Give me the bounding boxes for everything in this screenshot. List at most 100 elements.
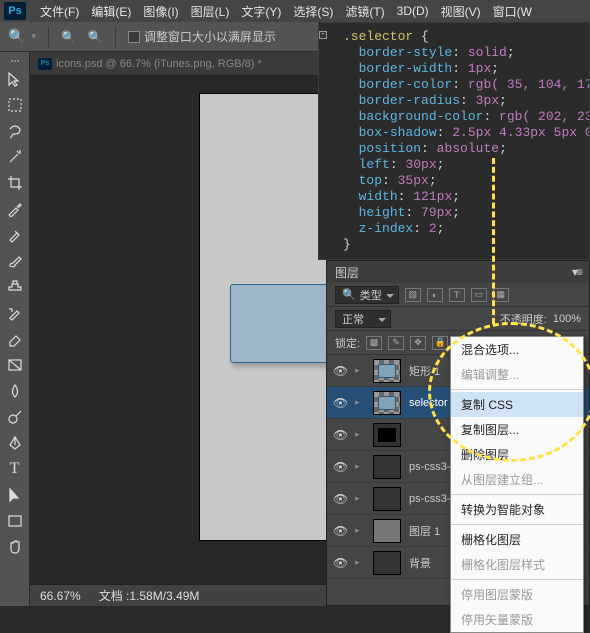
lock-pixel-icon[interactable]: ✎: [388, 336, 404, 350]
eraser-tool[interactable]: [4, 328, 26, 350]
code-line: border-width: 1px;: [329, 61, 581, 77]
menu-edit[interactable]: 编辑(E): [85, 3, 137, 20]
layer-thumbnail[interactable]: [373, 519, 401, 543]
layers-panel-tabs: 图层 ▾≡: [327, 261, 589, 283]
checkbox-icon[interactable]: [128, 31, 140, 43]
clone-stamp-tool[interactable]: [4, 276, 26, 298]
visibility-eye-icon[interactable]: 👁: [333, 396, 347, 410]
magic-wand-tool[interactable]: [4, 146, 26, 168]
visibility-eye-icon[interactable]: 👁: [333, 556, 347, 570]
marquee-tool[interactable]: [4, 94, 26, 116]
menu-filter[interactable]: 滤镜(T): [339, 3, 390, 20]
cm-disable-vector-mask: 停用矢量蒙版: [451, 607, 583, 632]
menu-image[interactable]: 图像(I): [137, 3, 184, 20]
code-line: left: 30px;: [329, 157, 581, 173]
layer-thumbnail[interactable]: [373, 551, 401, 575]
css-code-panel[interactable]: - .selector { border-style: solid; borde…: [318, 22, 590, 260]
layer-thumbnail[interactable]: [373, 423, 401, 447]
zoom-level[interactable]: 66.67%: [40, 589, 81, 603]
layer-thumbnail[interactable]: [373, 455, 401, 479]
opacity-value[interactable]: 100%: [553, 313, 581, 325]
layer-context-menu: 混合选项... 编辑调整... 复制 CSS 复制图层... 删除图层 从图层建…: [450, 336, 584, 633]
expand-chevron-icon[interactable]: ▸: [355, 493, 365, 504]
expand-chevron-icon[interactable]: ▸: [355, 461, 365, 472]
layers-tab[interactable]: 图层: [335, 264, 359, 281]
menu-type[interactable]: 文字(Y): [235, 3, 287, 20]
expand-chevron-icon[interactable]: ▸: [355, 557, 365, 568]
layer-thumbnail[interactable]: [373, 487, 401, 511]
code-line: top: 35px;: [329, 173, 581, 189]
zoom-out-icon[interactable]: 🔍: [88, 30, 103, 44]
filter-shape-icon[interactable]: ▭: [471, 288, 487, 302]
menu-view[interactable]: 视图(V): [435, 3, 487, 20]
gradient-tool[interactable]: [4, 354, 26, 376]
code-line: height: 79px;: [329, 205, 581, 221]
expand-chevron-icon[interactable]: ▸: [355, 365, 365, 376]
cm-edit-adjustment: 编辑调整...: [451, 362, 583, 387]
menu-bar: Ps 文件(F) 编辑(E) 图像(I) 图层(L) 文字(Y) 选择(S) 滤…: [0, 0, 590, 22]
hand-tool[interactable]: [4, 536, 26, 558]
path-select-tool[interactable]: [4, 484, 26, 506]
blend-mode-dropdown[interactable]: 正常: [335, 310, 391, 328]
toolbox: T: [0, 52, 30, 606]
visibility-eye-icon[interactable]: 👁: [333, 364, 347, 378]
code-line: z-index: 2;: [329, 221, 581, 237]
healing-brush-tool[interactable]: [4, 224, 26, 246]
move-tool[interactable]: [4, 68, 26, 90]
filter-adjust-icon[interactable]: ◐: [427, 288, 443, 302]
pen-tool[interactable]: [4, 432, 26, 454]
filter-pixel-icon[interactable]: ▧: [405, 288, 421, 302]
visibility-eye-icon[interactable]: 👁: [333, 460, 347, 474]
cm-copy-css[interactable]: 复制 CSS: [451, 392, 583, 417]
visibility-eye-icon[interactable]: 👁: [333, 492, 347, 506]
eyedropper-tool[interactable]: [4, 198, 26, 220]
brush-tool[interactable]: [4, 250, 26, 272]
lock-transparent-icon[interactable]: ▩: [366, 336, 382, 350]
cm-delete-layer[interactable]: 删除图层: [451, 442, 583, 467]
panel-menu-icon[interactable]: ▾≡: [572, 265, 581, 279]
menu-window[interactable]: 窗口(W: [487, 3, 538, 20]
lock-label: 锁定:: [335, 335, 360, 351]
code-selector: .selector: [343, 29, 413, 44]
magnifier-icon[interactable]: 🔍: [8, 28, 25, 45]
ps-mini-icon: Ps: [38, 58, 52, 70]
menu-file[interactable]: 文件(F): [34, 3, 85, 20]
code-line: position: absolute;: [329, 141, 581, 157]
visibility-eye-icon[interactable]: 👁: [333, 428, 347, 442]
rectangle-tool[interactable]: [4, 510, 26, 532]
expand-chevron-icon[interactable]: ▸: [355, 429, 365, 440]
history-brush-tool[interactable]: [4, 302, 26, 324]
toolbox-handle[interactable]: [11, 60, 19, 62]
cm-convert-smart-object[interactable]: 转换为智能对象: [451, 497, 583, 522]
layer-thumbnail[interactable]: [373, 391, 401, 415]
divider: [48, 27, 49, 47]
cm-separator: [451, 494, 583, 495]
crop-tool[interactable]: [4, 172, 26, 194]
resize-window-checkbox[interactable]: 调整窗口大小以满屏显示: [128, 28, 276, 45]
filter-type-icon[interactable]: T: [449, 288, 465, 302]
lock-all-icon[interactable]: 🔒: [432, 336, 448, 350]
filter-kind-dropdown[interactable]: 🔍类型: [335, 286, 399, 304]
layer-thumbnail[interactable]: [373, 359, 401, 383]
visibility-eye-icon[interactable]: 👁: [333, 524, 347, 538]
fold-icon[interactable]: -: [319, 31, 327, 39]
filter-smart-icon[interactable]: ▦: [493, 288, 509, 302]
blur-tool[interactable]: [4, 380, 26, 402]
expand-chevron-icon[interactable]: ▸: [355, 397, 365, 408]
cm-rasterize-layer[interactable]: 栅格化图层: [451, 527, 583, 552]
cm-duplicate-layer[interactable]: 复制图层...: [451, 417, 583, 442]
type-tool[interactable]: T: [4, 458, 26, 480]
document-size[interactable]: 文档 :1.58M/3.49M: [99, 587, 200, 604]
zoom-in-icon[interactable]: 🔍: [61, 30, 76, 44]
cm-rasterize-style: 栅格化图层样式: [451, 552, 583, 577]
dodge-tool[interactable]: [4, 406, 26, 428]
expand-chevron-icon[interactable]: ▸: [355, 525, 365, 536]
menu-select[interactable]: 选择(S): [287, 3, 339, 20]
lock-position-icon[interactable]: ✥: [410, 336, 426, 350]
lasso-tool[interactable]: [4, 120, 26, 142]
cm-blend-options[interactable]: 混合选项...: [451, 337, 583, 362]
brace-close: }: [343, 237, 351, 252]
menu-layer[interactable]: 图层(L): [185, 3, 236, 20]
menu-3d[interactable]: 3D(D): [391, 4, 435, 18]
tool-preset-dropdown-icon[interactable]: ▾: [31, 31, 36, 42]
